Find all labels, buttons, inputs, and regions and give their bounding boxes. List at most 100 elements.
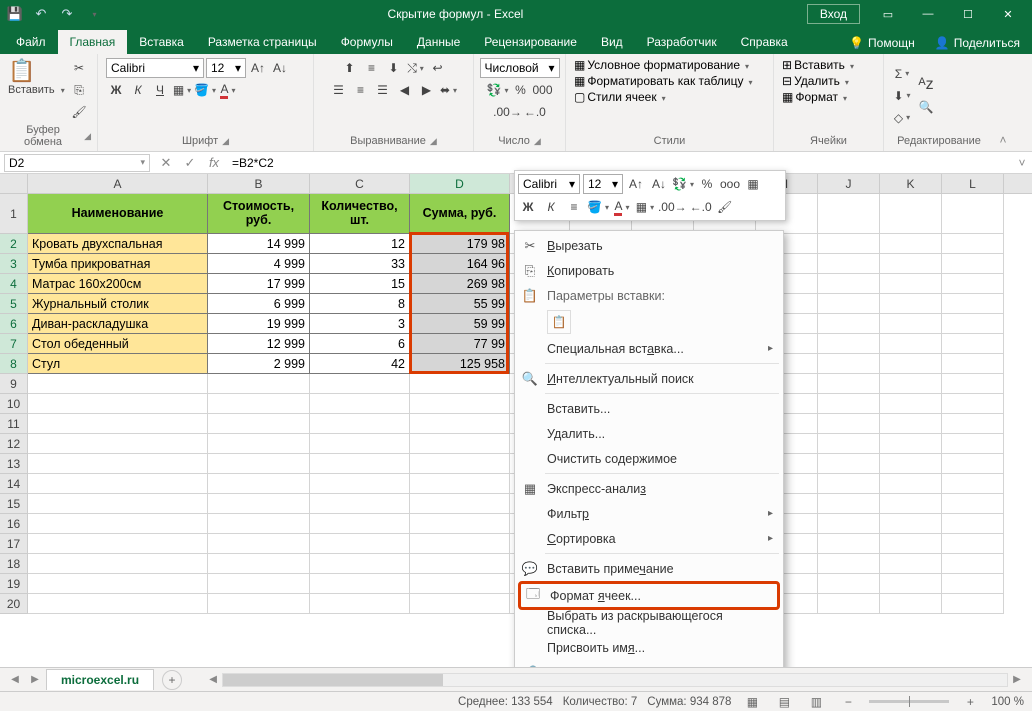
format-painter-icon[interactable]: 🖌 (69, 102, 89, 122)
zoom-out-button[interactable]: − (837, 695, 859, 709)
cell[interactable] (28, 474, 208, 494)
font-color-icon[interactable]: A (218, 80, 238, 100)
underline-button[interactable]: Ч (150, 80, 170, 100)
save-icon[interactable]: 💾 (4, 3, 26, 25)
undo-icon[interactable]: ↶ (30, 3, 52, 25)
cell[interactable] (880, 554, 942, 574)
cell[interactable] (818, 474, 880, 494)
cell[interactable] (880, 534, 942, 554)
mini-dec-decimal-icon[interactable]: ←.0 (690, 197, 712, 217)
cell[interactable]: 6 (310, 334, 410, 354)
cell[interactable] (942, 594, 1004, 614)
italic-button[interactable]: К (128, 80, 148, 100)
normal-view-icon[interactable]: ▦ (741, 695, 763, 709)
row-header[interactable]: 2 (0, 234, 28, 254)
mini-bold-button[interactable]: Ж (518, 197, 538, 217)
ctx-insert-comment[interactable]: 💬Вставить примечание (515, 556, 783, 581)
tell-me[interactable]: 💡Помощн (841, 32, 923, 54)
name-box[interactable]: D2▾ (4, 154, 150, 172)
cell[interactable] (942, 394, 1004, 414)
formula-input[interactable]: =B2*C2 (226, 155, 1012, 171)
cell[interactable] (942, 514, 1004, 534)
orientation-icon[interactable]: ⤭ (406, 58, 426, 78)
collapse-ribbon-icon[interactable]: ˄ (999, 133, 1006, 147)
comma-icon[interactable]: 000 (532, 80, 552, 100)
mini-increase-font-icon[interactable]: A↑ (626, 174, 646, 194)
cell[interactable] (310, 374, 410, 394)
align-bottom-icon[interactable]: ⬇ (384, 58, 404, 78)
cell[interactable] (208, 514, 310, 534)
decrease-indent-icon[interactable]: ◀ (395, 80, 415, 100)
autosum-icon[interactable]: Σ (892, 64, 912, 84)
row-header[interactable]: 18 (0, 554, 28, 574)
ctx-format-cells[interactable]: 🗔Формат ячеек... (518, 581, 780, 610)
cell[interactable] (818, 514, 880, 534)
cell[interactable] (880, 574, 942, 594)
font-launcher-icon[interactable]: ◢ (222, 136, 229, 147)
cell[interactable] (410, 374, 510, 394)
clipboard-launcher-icon[interactable]: ◢ (84, 131, 91, 142)
cell[interactable] (310, 434, 410, 454)
cell[interactable] (942, 454, 1004, 474)
cell[interactable]: Стол обеденный (28, 334, 208, 354)
ctx-pick-from-list[interactable]: Выбрать из раскрывающегося списка... (515, 610, 783, 635)
tab-formulas[interactable]: Формулы (329, 30, 405, 54)
mini-comma-icon[interactable]: ооо (720, 174, 740, 194)
expand-formula-bar-icon[interactable]: ˅ (1012, 156, 1032, 170)
ctx-filter[interactable]: Фильтр (515, 501, 783, 526)
minimize-button[interactable]: — (908, 2, 948, 26)
mini-percent-icon[interactable]: % (697, 174, 717, 194)
cell[interactable]: 12 999 (208, 334, 310, 354)
row-header[interactable]: 9 (0, 374, 28, 394)
row-header[interactable]: 7 (0, 334, 28, 354)
cell[interactable]: Кровать двухспальная (28, 234, 208, 254)
col-header[interactable]: A (28, 174, 208, 193)
sign-in-button[interactable]: Вход (807, 4, 860, 24)
cell[interactable] (880, 474, 942, 494)
cell[interactable] (880, 394, 942, 414)
align-center-icon[interactable]: ≡ (351, 80, 371, 100)
cell[interactable] (942, 534, 1004, 554)
row-header[interactable]: 15 (0, 494, 28, 514)
sheet-nav-next-icon[interactable]: ▶ (26, 674, 44, 685)
row-header[interactable]: 20 (0, 594, 28, 614)
zoom-slider[interactable] (869, 700, 949, 703)
mini-align-icon[interactable]: ≡ (564, 197, 584, 217)
mini-fill-color-icon[interactable]: 🪣 (587, 197, 609, 217)
tab-file[interactable]: Файл (4, 30, 58, 54)
delete-cells-button[interactable]: ⊟Удалить (782, 74, 849, 88)
cell[interactable]: 269 98 (410, 274, 510, 294)
format-cells-button[interactable]: ▦Формат (782, 90, 847, 104)
cell[interactable] (880, 594, 942, 614)
number-format-select[interactable]: Числовой▾ (480, 58, 560, 78)
mini-border-icon[interactable]: ▦ (635, 197, 655, 217)
ctx-delete[interactable]: Удалить... (515, 421, 783, 446)
cell[interactable] (880, 434, 942, 454)
cell[interactable] (310, 394, 410, 414)
bold-button[interactable]: Ж (106, 80, 126, 100)
cell[interactable]: 8 (310, 294, 410, 314)
cell[interactable] (310, 594, 410, 614)
row-header[interactable]: 16 (0, 514, 28, 534)
ctx-copy[interactable]: ⎘Копировать (515, 258, 783, 283)
cell[interactable] (942, 474, 1004, 494)
cell[interactable] (942, 374, 1004, 394)
align-right-icon[interactable]: ☰ (373, 80, 393, 100)
cell[interactable] (818, 374, 880, 394)
cell[interactable] (410, 574, 510, 594)
row-header[interactable]: 11 (0, 414, 28, 434)
cell[interactable] (28, 594, 208, 614)
mini-table-icon[interactable]: ▦ (743, 174, 763, 194)
mini-font-size[interactable]: 12▾ (583, 174, 623, 194)
ctx-paste-special[interactable]: Специальная вставка... (515, 336, 783, 361)
cell[interactable] (28, 534, 208, 554)
cell[interactable] (208, 594, 310, 614)
maximize-button[interactable]: ☐ (948, 2, 988, 26)
fx-icon[interactable]: fx (202, 155, 226, 170)
page-layout-view-icon[interactable]: ▤ (773, 695, 795, 709)
cell[interactable]: 59 99 (410, 314, 510, 334)
cell[interactable] (310, 474, 410, 494)
worksheet[interactable]: A B C D E F G H I J K L 1НаименованиеСто… (0, 174, 1032, 669)
cell-styles-button[interactable]: ▢Стили ячеек (574, 90, 666, 104)
cell[interactable]: 3 (310, 314, 410, 334)
